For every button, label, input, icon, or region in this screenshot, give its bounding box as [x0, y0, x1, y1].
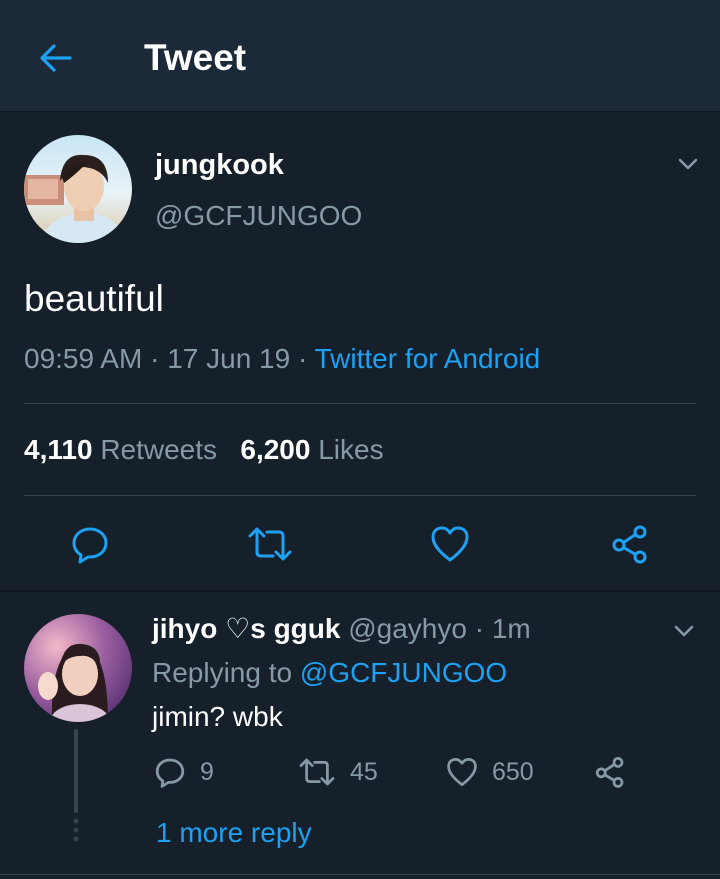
back-arrow-icon [40, 44, 72, 72]
back-button[interactable] [34, 36, 78, 80]
reply-like-count: 650 [492, 757, 534, 786]
chevron-down-icon [678, 158, 698, 170]
author-name[interactable]: jungkook [155, 148, 284, 182]
author-handle[interactable]: @GCFJUNGOO [155, 199, 362, 233]
retweet-button[interactable] [246, 522, 294, 566]
reply-text: jimin? wbk [152, 701, 283, 732]
share-button[interactable] [608, 522, 652, 566]
retweet-icon [299, 758, 335, 786]
page-title: Tweet [144, 37, 247, 78]
like-button[interactable] [428, 522, 472, 566]
tweet-meta: 09:59 AM · 17 Jun 19 · Twitter for Andro… [24, 342, 540, 376]
reply-reply-button[interactable]: 9 [154, 752, 214, 792]
reply-share-button[interactable] [594, 752, 640, 792]
tweet-time: 09:59 AM [24, 343, 143, 374]
thread-dots [73, 818, 79, 842]
reply-retweet-button[interactable]: 45 [298, 752, 378, 792]
share-icon [595, 757, 624, 788]
reply-icon [72, 527, 108, 564]
more-replies-link[interactable]: 1 more reply [156, 816, 312, 850]
tweet-options-button[interactable] [674, 150, 702, 178]
likes-stat[interactable]: 6,200 Likes [240, 434, 383, 465]
reply-icon [155, 758, 185, 788]
divider [0, 874, 720, 875]
author-avatar[interactable] [24, 135, 132, 243]
divider [24, 495, 696, 496]
like-icon [447, 758, 477, 786]
like-icon [431, 526, 469, 562]
tweet-stats: 4,110 Retweets 6,200 Likes [24, 432, 384, 468]
likes-label: Likes [318, 434, 384, 465]
reply-retweet-count: 45 [350, 757, 378, 786]
replying-to-mention[interactable]: @GCFJUNGOO [300, 657, 507, 688]
meta-separator: · [290, 343, 315, 374]
section-divider [0, 590, 720, 592]
reply-age: · 1m [474, 613, 531, 644]
reply-author-name[interactable]: jihyo ♡s gguk [152, 613, 340, 644]
share-icon [612, 525, 647, 564]
retweets-count: 4,110 [24, 434, 93, 465]
reply-button[interactable] [68, 522, 112, 566]
replying-to-prefix: Replying to [152, 657, 293, 688]
reply-author-avatar[interactable] [24, 614, 132, 722]
top-bar: Tweet [0, 0, 720, 112]
reply-options-button[interactable] [670, 617, 698, 645]
reply-header: jihyo ♡s gguk @gayhyo · 1m [152, 612, 531, 646]
retweets-stat[interactable]: 4,110 Retweets [24, 434, 217, 465]
tweet-source-link[interactable]: Twitter for Android [315, 343, 541, 374]
likes-count: 6,200 [240, 434, 311, 465]
meta-separator: · [142, 343, 168, 374]
retweets-label: Retweets [100, 434, 218, 465]
replying-to: Replying to @GCFJUNGOO [152, 656, 507, 690]
chevron-down-icon [674, 625, 694, 637]
thread-line [74, 729, 78, 813]
reply-author-handle[interactable]: @gayhyo [348, 613, 467, 644]
reply-like-button[interactable]: 650 [446, 752, 534, 792]
divider [24, 403, 696, 404]
tweet-date: 17 Jun 19 [167, 343, 291, 374]
retweet-icon [248, 527, 292, 561]
reply-reply-count: 9 [200, 757, 214, 786]
tweet-text: beautiful [24, 278, 164, 319]
